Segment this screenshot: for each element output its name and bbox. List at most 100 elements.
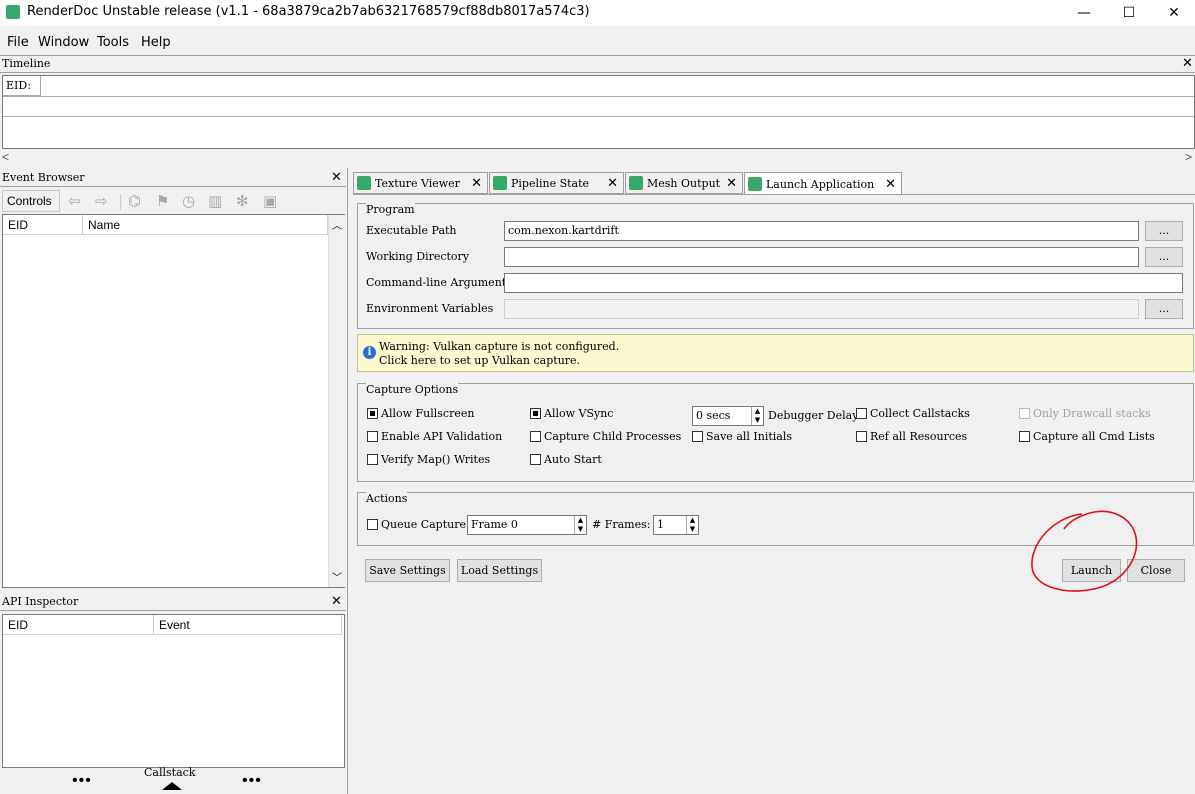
capture-frame-spinbox[interactable]: Frame 0 ▲ ▼ (467, 515, 587, 535)
menu-window[interactable]: Window (38, 35, 89, 50)
checkbox-box[interactable] (530, 454, 541, 465)
enable-api-validation-checkbox[interactable]: Enable API Validation (367, 430, 502, 443)
queue-capture-checkbox[interactable]: Queue Capture (367, 518, 466, 531)
checkbox-label: Ref all Resources (870, 430, 968, 443)
save-all-initials-checkbox[interactable]: Save all Initials (692, 430, 792, 443)
event-browser-close-icon[interactable]: ✕ (331, 171, 342, 185)
column-header-eid[interactable]: EID (3, 215, 83, 235)
browse-working-dir-button[interactable]: ... (1145, 247, 1183, 267)
checkbox-box[interactable] (856, 408, 867, 419)
timeline-scroll-left-icon[interactable]: < (2, 150, 9, 164)
checkbox-box[interactable] (692, 431, 703, 442)
checkbox-box[interactable] (1019, 431, 1030, 442)
arrow-left-icon[interactable]: ⇦ (68, 192, 81, 210)
controls-button[interactable]: Controls (2, 190, 60, 212)
close-tab-icon[interactable]: ✕ (726, 176, 737, 191)
collect-callstacks-checkbox[interactable]: Collect Callstacks (856, 407, 970, 420)
tab-mesh-output[interactable]: Mesh Output ✕ (625, 172, 743, 194)
event-list-scrollbar[interactable]: ︿ ﹀ (328, 215, 345, 587)
close-tab-icon[interactable]: ✕ (607, 176, 618, 191)
verify-map-writes-checkbox[interactable]: Verify Map() Writes (367, 453, 490, 466)
save-settings-button[interactable]: Save Settings (365, 559, 450, 582)
tab-launch-application[interactable]: Launch Application ✕ (744, 172, 902, 195)
checkbox-label: Auto Start (544, 453, 602, 466)
timeline-bars-icon[interactable]: ▥ (208, 192, 222, 210)
num-frames-spinbox[interactable]: 1 ▲ ▼ (653, 515, 699, 535)
auto-start-checkbox[interactable]: Auto Start (530, 453, 602, 466)
spin-arrows-icon[interactable]: ▲ ▼ (574, 516, 586, 534)
tab-pipeline-state[interactable]: Pipeline State ✕ (489, 172, 624, 194)
binoculars-icon[interactable]: ⌬ (128, 192, 141, 210)
checkbox-box[interactable] (367, 519, 378, 530)
menu-tools[interactable]: Tools (97, 35, 129, 50)
ref-all-resources-checkbox[interactable]: Ref all Resources (856, 430, 967, 443)
warning-link[interactable]: Click here to set up Vulkan capture. (379, 354, 580, 367)
timeline-eid-label: EID: (3, 76, 41, 96)
checkbox-box[interactable] (530, 431, 541, 442)
scroll-down-icon[interactable]: ﹀ (332, 569, 342, 584)
vertical-splitter[interactable] (347, 168, 348, 794)
callstack-label[interactable]: Callstack (144, 766, 195, 779)
load-settings-button[interactable]: Load Settings (457, 559, 542, 582)
close-window-button[interactable]: ✕ (1151, 0, 1195, 26)
working-directory-label: Working Directory (366, 250, 470, 263)
close-tab-icon[interactable]: ✕ (471, 176, 482, 191)
maximize-button[interactable]: ☐ (1106, 0, 1152, 26)
collapse-arrow-icon[interactable] (162, 782, 182, 790)
event-list[interactable]: EID Name ︿ ﹀ (2, 214, 345, 588)
working-directory-input[interactable] (504, 247, 1139, 267)
pipeline-state-icon (493, 176, 507, 190)
api-inspector-title: API Inspector (2, 595, 79, 608)
menu-bar: File Window Tools Help (0, 32, 1195, 52)
column-header-name[interactable]: Name (83, 215, 328, 235)
command-line-input[interactable] (504, 273, 1183, 293)
checkbox-box[interactable] (856, 431, 867, 442)
capture-all-cmd-lists-checkbox[interactable]: Capture all Cmd Lists (1019, 430, 1155, 443)
tab-texture-viewer[interactable]: Texture Viewer ✕ (353, 172, 488, 194)
title-bar: RenderDoc Unstable release (v1.1 - 68a38… (0, 0, 1195, 26)
flag-icon[interactable]: ⚑ (156, 192, 169, 210)
checkbox-box[interactable] (367, 408, 378, 419)
mesh-output-icon (629, 176, 643, 190)
clock-icon[interactable]: ◷ (182, 192, 195, 210)
environment-variables-label: Environment Variables (366, 302, 494, 315)
splitter-handle-icon[interactable]: ••• (242, 772, 262, 790)
checkbox-box[interactable] (530, 408, 541, 419)
annotation-circle (1031, 510, 1138, 592)
environment-variables-field (504, 299, 1139, 319)
checkbox-box (1019, 408, 1030, 419)
save-icon[interactable]: ▣ (263, 192, 277, 210)
menu-file[interactable]: File (7, 35, 29, 50)
capture-child-processes-checkbox[interactable]: Capture Child Processes (530, 430, 681, 443)
checkbox-label: Verify Map() Writes (381, 453, 491, 466)
checkbox-box[interactable] (367, 454, 378, 465)
menu-help[interactable]: Help (141, 35, 171, 50)
close-tab-icon[interactable]: ✕ (885, 177, 896, 192)
spin-arrows-icon[interactable]: ▲ ▼ (686, 516, 698, 534)
spin-arrows-icon[interactable]: ▲ ▼ (751, 407, 763, 425)
arrow-right-icon[interactable]: ⇨ (95, 192, 108, 210)
timeline-close-icon[interactable]: ✕ (1182, 57, 1193, 71)
executable-path-input[interactable]: com.nexon.kartdrift (504, 221, 1139, 241)
debugger-delay-spinbox[interactable]: 0 secs ▲ ▼ (692, 406, 764, 426)
column-header-event[interactable]: Event (154, 615, 342, 635)
asterisk-icon[interactable]: ✻ (236, 192, 249, 210)
api-inspector-close-icon[interactable]: ✕ (331, 595, 342, 609)
checkbox-label: Only Drawcall stacks (1033, 407, 1151, 420)
allow-vsync-checkbox[interactable]: Allow VSync (530, 407, 613, 420)
minimize-button[interactable]: — (1061, 0, 1107, 26)
checkbox-label: Save all Initials (706, 430, 793, 443)
timeline-area: EID: (2, 75, 1195, 149)
timeline-scroll-right-icon[interactable]: > (1185, 150, 1192, 164)
splitter-handle-icon[interactable]: ••• (72, 772, 92, 790)
browse-executable-button[interactable]: ... (1145, 221, 1183, 241)
scroll-up-icon[interactable]: ︿ (332, 217, 342, 232)
toolbar-separator-icon: | (118, 192, 124, 210)
edit-environment-button[interactable]: ... (1145, 299, 1183, 319)
api-event-list[interactable]: EID Event (2, 614, 345, 768)
frames-label: # Frames: (592, 518, 651, 531)
checkbox-box[interactable] (367, 431, 378, 442)
vulkan-warning-banner[interactable]: i Warning: Vulkan capture is not configu… (357, 334, 1194, 372)
column-header-eid[interactable]: EID (3, 615, 154, 635)
allow-fullscreen-checkbox[interactable]: Allow Fullscreen (367, 407, 474, 420)
